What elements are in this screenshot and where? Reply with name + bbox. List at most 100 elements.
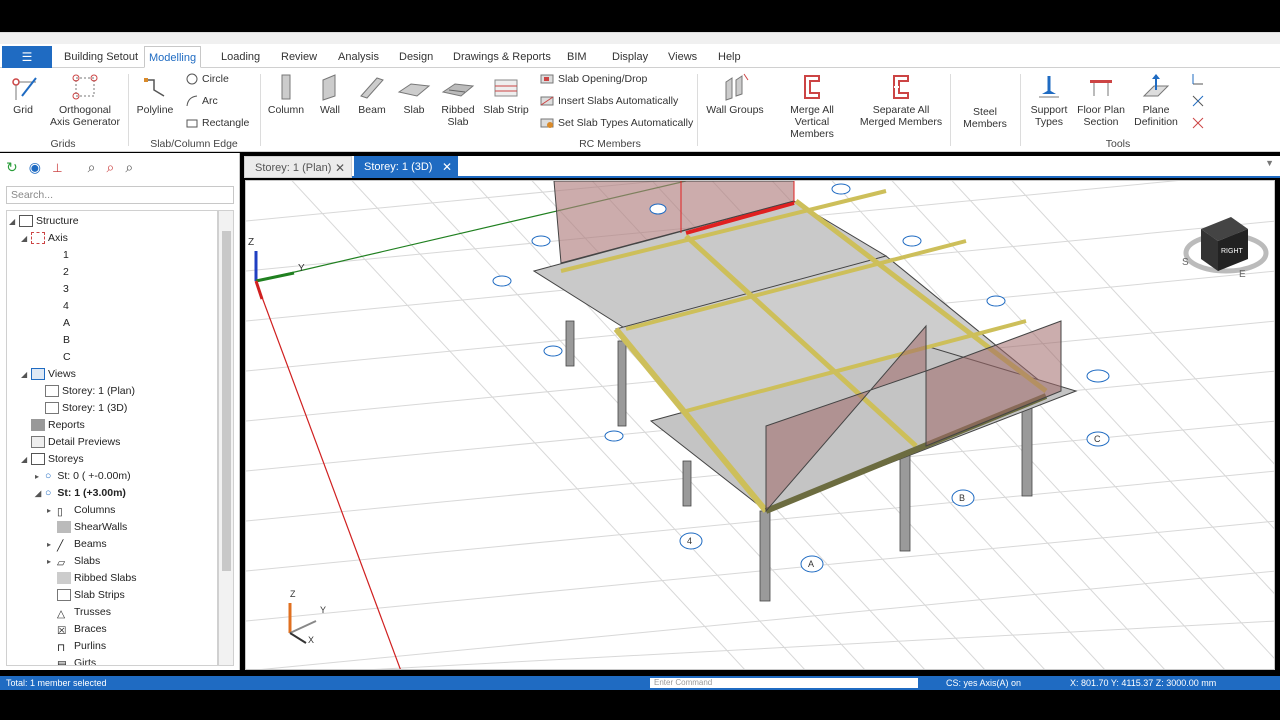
set-slab-types-button[interactable]: Set Slab Types Automatically (540, 114, 693, 132)
file-menu-button[interactable]: ☰ (2, 46, 52, 68)
tab-building-setout[interactable]: Building Setout (60, 46, 142, 68)
tree-node-axis-4[interactable]: 4 (63, 298, 69, 315)
slab-strip-button[interactable]: Slab Strip (482, 72, 530, 116)
zoom-icon[interactable]: ⌕ (88, 159, 96, 176)
expand-icon[interactable]: ▸ (47, 502, 57, 519)
collapse-icon[interactable]: ◢ (21, 230, 31, 247)
globe-icon[interactable]: ◉ (29, 159, 41, 176)
expand-icon[interactable]: ▸ (47, 536, 57, 553)
grid-button[interactable]: Grid (4, 72, 42, 116)
tab-views[interactable]: Views (664, 46, 701, 68)
wall-button[interactable]: Wall (312, 72, 348, 116)
group-slab-column-edge-label: Slab/Column Edge (150, 138, 238, 150)
wall-groups-button[interactable]: Wall Groups (704, 72, 766, 116)
insert-slabs-button[interactable]: Insert Slabs Automatically (540, 92, 678, 110)
3d-viewport[interactable]: Z Y 4 A B C RIGHT S E Z Y X (245, 180, 1275, 670)
tab-bim[interactable]: BIM (563, 46, 591, 68)
tree-node-axis-c[interactable]: C (63, 349, 71, 366)
refresh-icon[interactable]: ↻ (6, 159, 18, 176)
collapse-icon[interactable]: ◢ (21, 451, 31, 468)
tool-small-3-button[interactable] (1190, 114, 1210, 132)
tab-drawings-reports[interactable]: Drawings & Reports (449, 46, 555, 68)
slab-opening-button[interactable]: Slab Opening/Drop (540, 70, 647, 88)
collapse-icon[interactable]: ◢ (35, 485, 45, 502)
circle-button[interactable]: Circle (186, 70, 229, 88)
merge-all-label: Merge All Vertical Members (790, 104, 834, 140)
beam-button[interactable]: Beam (354, 72, 390, 116)
tree-node-braces[interactable]: ☒ Braces (57, 621, 107, 638)
tree-node-axis[interactable]: ◢ Axis (21, 230, 68, 247)
tree-node-trusses[interactable]: △ Trusses (57, 604, 111, 621)
tool-small-2-button[interactable] (1190, 92, 1210, 110)
floor-plan-section-button[interactable]: Floor Plan Section (1076, 72, 1126, 128)
tree-node-storeys[interactable]: ◢ Storeys (21, 451, 84, 468)
tree-node-purlins[interactable]: ⊓ Purlins (57, 638, 106, 655)
expand-icon[interactable]: ▸ (47, 553, 57, 570)
tab-design[interactable]: Design (395, 46, 437, 68)
tree-scrollbar[interactable] (218, 210, 234, 666)
storeys-icon (31, 453, 45, 466)
axis-icon[interactable]: ⊥ (52, 161, 62, 175)
tab-analysis[interactable]: Analysis (334, 46, 383, 68)
expand-icon[interactable]: ▸ (35, 468, 45, 485)
support-types-button[interactable]: Support Types (1026, 72, 1072, 128)
slab-button[interactable]: Slab (396, 72, 432, 116)
plane-definition-button[interactable]: Plane Definition (1130, 72, 1182, 128)
tree-node-slabs[interactable]: ▸ ▱ Slabs (47, 553, 100, 570)
tree-search-input[interactable]: Search... (6, 186, 234, 204)
merge-all-button[interactable]: Merge All Vertical Members (772, 72, 852, 140)
ribbed-slab-button[interactable]: Ribbed Slab (438, 72, 478, 128)
command-input[interactable]: Enter Command (650, 678, 918, 688)
steel-members-button[interactable]: Steel Members (956, 106, 1014, 130)
view-tab-plan[interactable]: Storey: 1 (Plan) ✕ (244, 156, 352, 178)
tree-scrollbar-thumb[interactable] (222, 231, 231, 571)
tree-node-axis-a[interactable]: A (63, 315, 70, 332)
tab-help[interactable]: Help (714, 46, 745, 68)
tab-loading[interactable]: Loading (217, 46, 264, 68)
support-types-icon (1039, 76, 1059, 98)
ribbon-tab-bar: ☰ Building Setout Modelling Loading Revi… (0, 44, 1280, 68)
tree-node-structure[interactable]: ◢ Structure (9, 213, 79, 230)
zoom-out-icon[interactable]: ⌕ (125, 159, 133, 176)
rectangle-button[interactable]: Rectangle (186, 114, 249, 132)
tree-node-reports[interactable]: Reports (31, 417, 85, 434)
tree-node-girts[interactable]: ▤ Girts (57, 655, 96, 665)
tree-node-columns[interactable]: ▸ ▯ Columns (47, 502, 115, 519)
tree-node-axis-2[interactable]: 2 (63, 264, 69, 281)
tree-node-axis-3[interactable]: 3 (63, 281, 69, 298)
polyline-label: Polyline (136, 104, 174, 116)
separate-all-button[interactable]: Separate All Merged Members (858, 72, 944, 128)
tab-modelling[interactable]: Modelling (144, 46, 202, 68)
tree-node-ribbed-slabs[interactable]: Ribbed Slabs (57, 570, 136, 587)
tree-node-axis-1[interactable]: 1 (63, 247, 69, 264)
close-icon[interactable]: ✕ (442, 156, 452, 178)
polyline-button[interactable]: Polyline (134, 72, 176, 116)
tree-node-st0[interactable]: ▸ ○ St: 0 ( +-0.00m) (35, 468, 131, 485)
view-cube[interactable]: RIGHT S E (1182, 217, 1269, 280)
tree-node-axis-b[interactable]: B (63, 332, 70, 349)
tree-node-shearwalls[interactable]: ShearWalls (57, 519, 127, 536)
collapse-icon[interactable]: ◢ (21, 366, 31, 383)
tab-review[interactable]: Review (277, 46, 321, 68)
polyline-icon (144, 78, 165, 97)
column-button[interactable]: Column (266, 72, 306, 116)
orthogonal-axis-generator-button[interactable]: Orthogonal Axis Generator (48, 72, 122, 128)
tree-node-view-3d[interactable]: Storey: 1 (3D) (45, 400, 127, 417)
3d-model-canvas[interactable]: Z Y 4 A B C RIGHT S E Z Y X (246, 181, 1275, 670)
tree-node-beams[interactable]: ▸ ╱ Beams (47, 536, 107, 553)
tree-node-view-plan[interactable]: Storey: 1 (Plan) (45, 383, 135, 400)
zoom-in-icon[interactable]: ⌕ (107, 159, 115, 176)
tree-node-st1[interactable]: ◢ ○ St: 1 (+3.00m) (35, 485, 126, 502)
arc-button[interactable]: Arc (186, 92, 218, 110)
svg-text:Y: Y (298, 263, 305, 274)
tab-dropdown-icon[interactable]: ▼ (1265, 158, 1274, 168)
tree-node-slab-strips[interactable]: Slab Strips (57, 587, 125, 604)
view-tab-3d[interactable]: Storey: 1 (3D) ✕ (354, 156, 458, 178)
tab-display[interactable]: Display (608, 46, 652, 68)
collapse-icon[interactable]: ◢ (9, 213, 19, 230)
structure-model[interactable] (532, 181, 1078, 602)
tool-small-1-button[interactable] (1190, 70, 1210, 88)
close-icon[interactable]: ✕ (335, 157, 345, 179)
tree-node-views[interactable]: ◢ Views (21, 366, 76, 383)
tree-node-detail-previews[interactable]: Detail Previews (31, 434, 120, 451)
